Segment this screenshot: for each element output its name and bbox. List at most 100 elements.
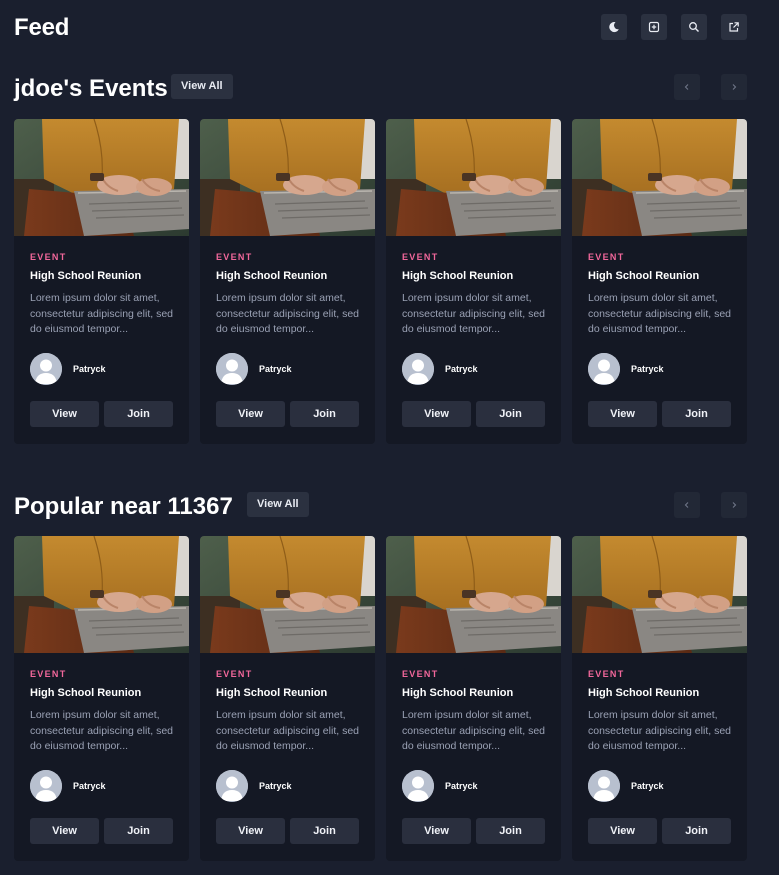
search-button[interactable]: [681, 14, 707, 40]
event-card[interactable]: EVENT High School Reunion Lorem ipsum dolo…: [200, 119, 375, 444]
join-button[interactable]: Join: [662, 401, 731, 427]
card-title: High School Reunion: [30, 687, 142, 699]
join-button[interactable]: Join: [476, 401, 545, 427]
card-description: Lorem ipsum dolor sit amet, consectetur …: [216, 709, 359, 752]
card-title: High School Reunion: [588, 270, 700, 282]
view-button[interactable]: View: [30, 401, 99, 427]
card-category: EVENT: [402, 252, 439, 262]
card-description: Lorem ipsum dolor sit amet, consectetur …: [216, 292, 359, 335]
card-title: High School Reunion: [216, 270, 328, 282]
user-avatar-icon: [588, 353, 620, 385]
avatar: [30, 353, 62, 385]
card-description: Lorem ipsum dolor sit amet, consectetur …: [402, 709, 545, 752]
card-category: EVENT: [588, 252, 625, 262]
avatar: [588, 353, 620, 385]
external-link-icon: [729, 22, 739, 32]
card-list: EVENT High School Reunion Lorem ipsum dolo…: [14, 119, 747, 444]
view-button[interactable]: View: [216, 401, 285, 427]
plus-square-icon: [648, 21, 660, 33]
avatar: [30, 770, 62, 802]
avatar: [216, 770, 248, 802]
carousel-next-button[interactable]: [721, 492, 747, 518]
card-image-wrapper: [572, 536, 747, 653]
card-category: EVENT: [30, 252, 67, 262]
event-card[interactable]: EVENT High School Reunion Lorem ipsum dolo…: [14, 119, 189, 444]
section-title: Popular near 11367: [14, 493, 233, 520]
card-category: EVENT: [216, 669, 253, 679]
view-button[interactable]: View: [216, 818, 285, 844]
chevron-right-icon: [732, 84, 737, 90]
join-button[interactable]: Join: [290, 818, 359, 844]
card-image-wrapper: [14, 536, 189, 653]
card-image-wrapper: [14, 119, 189, 236]
user-avatar-icon: [216, 353, 248, 385]
user-avatar-icon: [402, 353, 434, 385]
event-card[interactable]: EVENT High School Reunion Lorem ipsum dolo…: [386, 119, 561, 444]
join-button[interactable]: Join: [104, 818, 173, 844]
card-image: [572, 536, 747, 653]
card-image: [572, 119, 747, 236]
carousel-prev-button[interactable]: [674, 492, 700, 518]
card-category: EVENT: [216, 252, 253, 262]
search-icon: [689, 22, 699, 32]
join-button[interactable]: Join: [662, 818, 731, 844]
carousel-next-button[interactable]: [721, 74, 747, 100]
card-author: Patryck: [631, 364, 664, 374]
card-image: [386, 536, 561, 653]
join-button[interactable]: Join: [476, 818, 545, 844]
user-avatar-icon: [402, 770, 434, 802]
card-category: EVENT: [30, 669, 67, 679]
avatar: [216, 353, 248, 385]
card-image-wrapper: [386, 536, 561, 653]
join-button[interactable]: Join: [104, 401, 173, 427]
theme-toggle-button[interactable]: [601, 14, 627, 40]
card-image: [386, 119, 561, 236]
external-link-button[interactable]: [721, 14, 747, 40]
create-button[interactable]: [641, 14, 667, 40]
view-all-button[interactable]: View All: [247, 492, 309, 517]
event-card[interactable]: EVENT High School Reunion Lorem ipsum dolo…: [200, 536, 375, 861]
event-card[interactable]: EVENT High School Reunion Lorem ipsum dolo…: [14, 536, 189, 861]
card-image-wrapper: [200, 119, 375, 236]
avatar: [402, 353, 434, 385]
view-all-button[interactable]: View All: [171, 74, 233, 99]
section-title: jdoe's Events: [14, 75, 168, 102]
card-author: Patryck: [259, 364, 292, 374]
user-avatar-icon: [588, 770, 620, 802]
event-card[interactable]: EVENT High School Reunion Lorem ipsum dolo…: [572, 119, 747, 444]
section-jdoe-events: jdoe's Events View All EVENT High School…: [0, 70, 779, 450]
card-author: Patryck: [73, 781, 106, 791]
card-author: Patryck: [73, 364, 106, 374]
chevron-left-icon: [684, 502, 689, 508]
page-title: Feed: [14, 14, 70, 41]
chevron-left-icon: [684, 84, 689, 90]
card-author: Patryck: [445, 364, 478, 374]
card-image: [200, 119, 375, 236]
card-title: High School Reunion: [216, 687, 328, 699]
card-author: Patryck: [445, 781, 478, 791]
avatar: [402, 770, 434, 802]
card-author: Patryck: [631, 781, 664, 791]
join-button[interactable]: Join: [290, 401, 359, 427]
card-image: [14, 119, 189, 236]
view-button[interactable]: View: [588, 818, 657, 844]
card-image-wrapper: [386, 119, 561, 236]
carousel-prev-button[interactable]: [674, 74, 700, 100]
view-button[interactable]: View: [588, 401, 657, 427]
event-card[interactable]: EVENT High School Reunion Lorem ipsum dolo…: [572, 536, 747, 861]
section-popular-near: Popular near 11367 View All EVENT High S…: [0, 488, 779, 868]
page-header: Feed: [0, 0, 779, 56]
user-avatar-icon: [30, 353, 62, 385]
card-category: EVENT: [588, 669, 625, 679]
view-button[interactable]: View: [402, 818, 471, 844]
moon-icon: [609, 22, 619, 33]
view-button[interactable]: View: [30, 818, 99, 844]
card-title: High School Reunion: [402, 270, 514, 282]
chevron-right-icon: [732, 502, 737, 508]
card-title: High School Reunion: [588, 687, 700, 699]
user-avatar-icon: [30, 770, 62, 802]
card-list: EVENT High School Reunion Lorem ipsum dolo…: [14, 536, 747, 861]
card-image: [200, 536, 375, 653]
event-card[interactable]: EVENT High School Reunion Lorem ipsum dolo…: [386, 536, 561, 861]
view-button[interactable]: View: [402, 401, 471, 427]
